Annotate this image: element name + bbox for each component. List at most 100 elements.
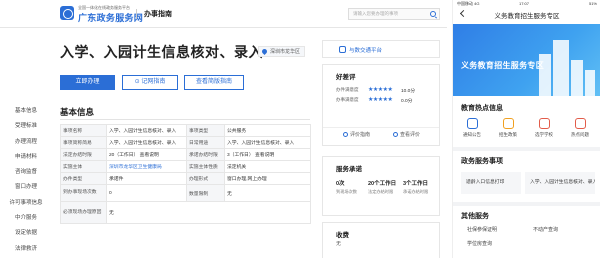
page: 全国一体化在线政务服务平台 广东政务服务网 办事指南 请输入您要办理的事项 入学… xyxy=(0,0,600,258)
table-key: 事项类型 xyxy=(186,124,225,137)
notice-icon xyxy=(466,118,478,129)
promise-label: 法定办结时限 xyxy=(368,189,394,194)
online-platform-link[interactable]: 与数交通平台 xyxy=(349,46,382,54)
side-nav-item[interactable]: 法律救济 xyxy=(4,242,48,257)
side-nav-item[interactable]: 中介服务 xyxy=(4,211,48,226)
hot-item-notice[interactable]: 通知公告 xyxy=(457,118,487,138)
eval-guide-button[interactable]: 评价指南 xyxy=(343,131,370,138)
table-value: 入学、入园计生信息核对、录入 xyxy=(106,136,187,149)
table-key: 数量限制 xyxy=(186,184,225,202)
mobile-view: 中国移动 4G 17:07 51% 义务教育招生服务专区 义务教育招生服务专区 … xyxy=(452,0,600,258)
side-nav-item[interactable]: 设定依据 xyxy=(4,226,48,241)
table-row: 法定办结时限 20（工作日） 查看说明 承诺办结时限 3（工作日） 查看说明 xyxy=(60,148,311,161)
hot-item-policy[interactable]: 招生政策 xyxy=(493,118,523,138)
table-key: 事项简称简易 xyxy=(60,136,107,149)
evaluate-icon xyxy=(343,132,348,137)
service-tile[interactable]: 适龄入口信息打印 xyxy=(461,172,521,194)
online-platform-card[interactable]: 与数交通平台 xyxy=(322,40,440,58)
table-row: 事项名称 入学、入园计生信息核对、录入 事项类型 公共服务 xyxy=(60,124,311,137)
table-row: 办件类型 承诺件 办理形式 窗口办理,网上办理 xyxy=(60,172,311,185)
rating-stars: ★★★★★ xyxy=(368,87,393,93)
view-eval-button[interactable]: 查看评价 xyxy=(393,131,420,138)
other-service-link[interactable]: 不动产查询 xyxy=(533,226,558,233)
search-input[interactable]: 请输入您要办理的事项 xyxy=(348,8,440,20)
table-key: 法定办结时限 xyxy=(60,148,107,161)
side-nav-item[interactable]: 许可事项信息 xyxy=(4,196,48,211)
side-nav-item[interactable]: 窗口办理 xyxy=(4,180,48,195)
table-value: 无 xyxy=(106,201,311,224)
services-heading: 政务服务事项 xyxy=(461,158,503,165)
banner-title: 义务教育招生服务专区 xyxy=(461,61,544,70)
rating-score: 10.0分 xyxy=(401,89,416,94)
location-label: 深圳市龙华区 xyxy=(270,49,301,55)
table-row: 必须现场办理原因 无 xyxy=(60,201,311,224)
rating-label: 办事满意度 xyxy=(336,97,359,102)
logo-title[interactable]: 广东政务服务网 xyxy=(78,11,143,24)
implementing-agency-link[interactable]: 深圳市龙华区卫生健康局 xyxy=(106,160,187,173)
building-shape xyxy=(553,40,569,96)
promise-label: 到现场次数 xyxy=(336,189,357,194)
table-row: 事项简称简易 入学、入园计生信息核对、录入 日常用途 入学、入园计生信息核对、录… xyxy=(60,136,311,149)
side-nav: 基本信息 受理标准 办理流程 申请材料 咨询监督 窗口办理 许可事项信息 中介服… xyxy=(4,104,48,257)
simple-guide-button[interactable]: 查看简版指南 xyxy=(184,75,244,90)
location-pin-icon xyxy=(260,47,269,56)
promise-value: 20个工作日 xyxy=(368,181,397,187)
table-row: 到办事现场次数 0 数量限制 无 xyxy=(60,184,311,202)
table-key: 实施主体 xyxy=(60,160,107,173)
basic-info-heading: 基本信息 xyxy=(60,107,95,117)
basic-info-table: 事项名称 入学、入园计生信息核对、录入 事项类型 公共服务 事项简称简易 入学、… xyxy=(60,124,311,224)
desktop-view: 全国一体化在线政务服务平台 广东政务服务网 办事指南 请输入您要办理的事项 入学… xyxy=(0,0,447,258)
promise-label: 承诺办结时限 xyxy=(403,189,429,194)
side-nav-item[interactable]: 申请材料 xyxy=(4,150,48,165)
hot-item-faq[interactable]: 热点问题 xyxy=(565,118,595,138)
policy-icon xyxy=(502,118,514,129)
search-icon[interactable] xyxy=(430,11,436,17)
table-value: 公共服务 xyxy=(224,124,311,137)
side-nav-item[interactable]: 咨询监督 xyxy=(4,165,48,180)
page-title: 入学、入园计生信息核对、录入 xyxy=(60,44,263,60)
hot-item-label: 选学学校 xyxy=(535,132,553,137)
view-eval-label: 查看评价 xyxy=(400,132,421,138)
table-value-with-link[interactable]: 20（工作日） 查看说明 xyxy=(106,148,187,161)
hot-info-heading: 教育热点信息 xyxy=(461,105,503,112)
table-value: 窗口办理,网上办理 xyxy=(224,172,311,185)
rating-actions: 评价指南 查看评价 xyxy=(323,127,439,141)
fees-card: 收费 无 xyxy=(322,222,440,258)
battery-label: 51% xyxy=(588,1,597,6)
banner: 义务教育招生服务专区 xyxy=(453,24,600,96)
hot-item-label: 通知公告 xyxy=(463,132,481,137)
section-divider xyxy=(60,119,310,120)
side-nav-item[interactable]: 基本信息 xyxy=(4,104,48,119)
apply-now-button[interactable]: 立即办理 xyxy=(60,75,115,90)
status-bar: 中国移动 4G 17:07 51% xyxy=(453,0,600,8)
promise-title: 服务承诺 xyxy=(336,166,362,173)
section-divider xyxy=(453,202,600,206)
fees-value: 无 xyxy=(336,241,342,247)
table-value-with-link[interactable]: 3（工作日） 查看说明 xyxy=(224,148,311,161)
building-shape xyxy=(585,70,595,96)
promise-value: 0次 xyxy=(336,181,345,187)
table-value: 入学、入园计生信息核对、录入 xyxy=(106,124,187,137)
nav-guide-link[interactable]: 办事指南 xyxy=(144,9,172,19)
side-nav-item[interactable]: 受理标准 xyxy=(4,119,48,134)
service-tile[interactable]: 入学、入园计生信息核对、录入 xyxy=(525,172,595,194)
fees-title: 收费 xyxy=(336,232,349,239)
record-guide-button[interactable]: ⊙ 记网指南 xyxy=(122,75,178,90)
other-service-link[interactable]: 学位房查询 xyxy=(467,240,492,247)
hot-item-school[interactable]: 选学学校 xyxy=(529,118,559,138)
other-service-link[interactable]: 社保参保证明 xyxy=(467,226,497,233)
hot-item-label: 热点问题 xyxy=(571,132,589,137)
building-shape xyxy=(571,60,583,96)
table-key: 办理形式 xyxy=(186,172,225,185)
location-selector[interactable]: 深圳市龙华区 xyxy=(258,46,306,57)
mobile-page-title: 义务教育招生服务专区 xyxy=(494,13,560,20)
school-icon xyxy=(538,118,550,129)
portal-logo-icon[interactable] xyxy=(60,6,74,20)
table-key: 实施主体性质 xyxy=(186,160,225,173)
view-icon xyxy=(393,132,398,137)
rating-label: 办件满意度 xyxy=(336,87,359,92)
carrier-label: 中国移动 4G xyxy=(457,1,480,6)
table-value: 承诺件 xyxy=(106,172,187,185)
table-key: 事项名称 xyxy=(60,124,107,137)
side-nav-item[interactable]: 办理流程 xyxy=(4,135,48,150)
